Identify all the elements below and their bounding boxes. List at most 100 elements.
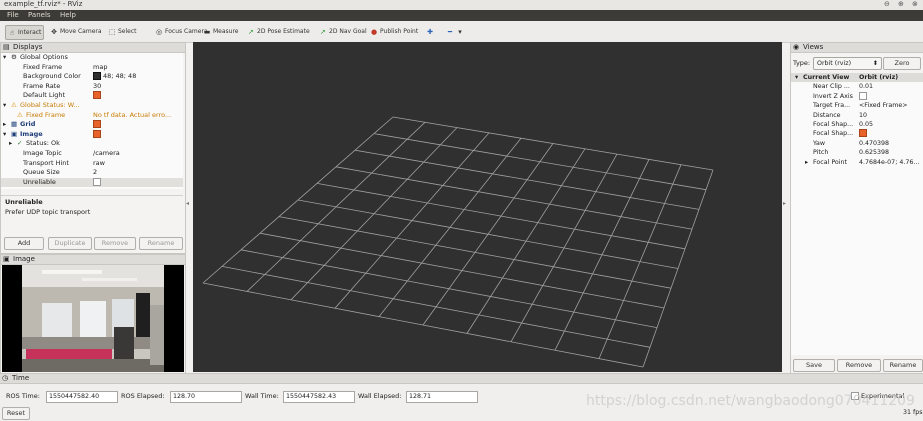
minimize-icon[interactable]: ⊖ <box>884 0 890 8</box>
checked-checkbox[interactable] <box>93 91 101 100</box>
display-row[interactable]: Unreliable <box>1 177 183 188</box>
view-property-row[interactable]: Focal Shap... 0.05 <box>791 120 923 129</box>
checked-checkbox[interactable] <box>93 120 101 129</box>
color-swatch[interactable] <box>93 72 101 81</box>
view-property-value[interactable]: 0.625398 <box>859 148 923 157</box>
ros-time-field[interactable]: 1550447582.40 <box>46 391 118 403</box>
display-row[interactable]: ▸ ✓ Status: Ok <box>1 139 183 149</box>
menu-panels[interactable]: Panels <box>28 11 51 19</box>
display-row[interactable]: Queue Size 2 <box>1 168 183 178</box>
view-property-row[interactable]: ▸ Focal Point 4.7684e-07; 4.76... <box>791 158 923 167</box>
view-property-value[interactable]: 0.470398 <box>859 139 923 148</box>
3d-render-view[interactable] <box>193 42 782 372</box>
reset-button[interactable]: Reset <box>2 407 30 420</box>
checked-checkbox[interactable] <box>93 129 101 138</box>
property-value[interactable]: map <box>93 63 181 73</box>
tool-2d-pose-estimate-button[interactable]: ➚ 2D Pose Estimate <box>245 25 312 38</box>
display-row[interactable]: Default Light <box>1 91 183 101</box>
remove-button[interactable]: Remove <box>94 237 136 250</box>
pose-estimate-icon: ➚ <box>248 27 254 36</box>
view-property-row[interactable]: ▾ Current View Orbit (rviz) <box>791 73 923 83</box>
view-property-value[interactable] <box>859 129 923 138</box>
menu-file[interactable]: File <box>7 11 19 19</box>
duplicate-button[interactable]: Duplicate <box>48 237 92 250</box>
watermark-text: https://blog.csdn.net/wangbaodong0704112… <box>586 393 915 409</box>
view-property-value[interactable]: <Fixed Frame> <box>859 101 923 110</box>
add-button[interactable]: Add <box>4 237 44 250</box>
remove-view-button[interactable]: Remove <box>837 359 881 372</box>
view-property-row[interactable]: Near Clip ... 0.01 <box>791 82 923 91</box>
display-row[interactable]: ▾ ⚙ Global Options <box>1 53 183 63</box>
unchecked-checkbox[interactable] <box>859 91 867 100</box>
wall-elapsed-field[interactable]: 128.71 <box>406 391 478 403</box>
property-value[interactable] <box>93 120 181 130</box>
maximize-icon[interactable]: ⊕ <box>898 0 904 8</box>
tool-publish-point-button[interactable]: ● Publish Point <box>368 25 420 38</box>
checked-checkbox[interactable] <box>859 129 867 138</box>
displays-tree[interactable]: ▾ ⚙ Global Options Fixed Frame map Background… <box>1 53 183 189</box>
property-value[interactable] <box>93 177 181 188</box>
property-value[interactable]: /camera <box>93 149 181 159</box>
collapse-arrow-icon[interactable]: ▾ <box>795 73 798 82</box>
display-row[interactable]: ⚠ Fixed Frame No tf data. Actual erro... <box>1 111 183 121</box>
remove-tool-icon[interactable]: ━ ▾ <box>444 25 466 38</box>
add-tool-icon[interactable]: ✚ <box>424 25 436 38</box>
view-property-value[interactable]: 0.05 <box>859 120 923 129</box>
view-property-row[interactable]: Pitch 0.625398 <box>791 148 923 157</box>
tool-2d-nav-goal-button[interactable]: ➚ 2D Nav Goal <box>317 25 369 38</box>
view-property-row[interactable]: Distance 10 <box>791 111 923 120</box>
display-row[interactable]: ▸ ▦ Grid <box>1 120 183 130</box>
collapse-arrow-icon[interactable]: ▾ <box>3 101 6 111</box>
tool-move-camera-button[interactable]: ✥ Move Camera <box>48 25 104 38</box>
view-property-value[interactable]: 4.7684e-07; 4.76... <box>859 158 923 167</box>
view-property-value[interactable]: 10 <box>859 111 923 120</box>
display-row[interactable]: Fixed Frame map <box>1 63 183 73</box>
close-icon[interactable]: ⊗ <box>912 0 918 8</box>
ros-elapsed-field[interactable]: 128.70 <box>170 391 242 403</box>
expand-arrow-icon[interactable]: ▸ <box>3 120 6 130</box>
save-view-button[interactable]: Save <box>793 359 835 372</box>
property-value[interactable] <box>93 129 181 140</box>
view-property-row[interactable]: Target Fra... <Fixed Frame> <box>791 101 923 110</box>
collapse-arrow-icon[interactable]: ▾ <box>3 130 6 140</box>
tool-interact-button[interactable]: ☝ Interact <box>5 25 45 40</box>
grid-display <box>202 116 714 368</box>
view-property-row[interactable]: Focal Shap... <box>791 129 923 138</box>
property-value[interactable] <box>93 91 181 101</box>
property-value[interactable]: 2 <box>93 168 181 178</box>
rename-button[interactable]: Rename <box>139 237 183 250</box>
display-row[interactable]: Transport Hint raw <box>1 159 183 169</box>
display-row[interactable]: Background Color 48; 48; 48 <box>1 72 183 82</box>
zero-button[interactable]: Zero <box>883 57 921 70</box>
collapse-arrow-icon[interactable]: ▾ <box>3 53 6 63</box>
tool-measure-button[interactable]: ▬ Measure <box>201 25 241 38</box>
display-row[interactable]: Image Topic/camera <box>1 149 183 159</box>
left-collapse-handle[interactable]: ◂ <box>186 200 189 207</box>
property-name: Fixed Frame <box>23 62 63 71</box>
unchecked-checkbox[interactable] <box>93 177 101 186</box>
display-row[interactable]: ▾ ⚠ Global Status: W... <box>1 101 183 111</box>
expand-arrow-icon[interactable]: ▸ <box>805 158 808 167</box>
rename-view-button[interactable]: Rename <box>883 359 923 372</box>
display-row[interactable]: ▾ ▣ Image <box>1 129 183 140</box>
wall-time-field[interactable]: 1550447582.43 <box>283 391 355 403</box>
property-value[interactable]: 30 <box>93 82 181 92</box>
view-property-row[interactable]: Invert Z Axis <box>791 91 923 101</box>
view-type-select[interactable]: Orbit (rviz) ⬍ <box>813 57 882 70</box>
expand-arrow-icon[interactable]: ▸ <box>9 139 12 149</box>
description-text: Prefer UDP topic transport <box>5 208 91 216</box>
view-property-value[interactable] <box>859 91 923 101</box>
property-value[interactable]: raw <box>93 159 181 169</box>
menu-help[interactable]: Help <box>60 11 76 19</box>
views-tree[interactable]: ▾ Current View Orbit (rviz) Near Clip ... 0.… <box>791 73 923 355</box>
view-property-value[interactable]: 0.01 <box>859 82 923 91</box>
camera-image-viewport[interactable] <box>2 265 184 372</box>
display-row[interactable]: Frame Rate 30 <box>1 82 183 92</box>
right-collapse-handle[interactable]: ▸ <box>783 200 786 207</box>
property-value[interactable]: No tf data. Actual erro... <box>93 111 181 121</box>
grid-line <box>554 159 650 351</box>
property-value[interactable]: 48; 48; 48 <box>93 72 181 82</box>
tool-select-button[interactable]: ⬚ Select <box>106 25 139 38</box>
view-property-value[interactable]: Orbit (rviz) <box>859 73 923 82</box>
view-property-row[interactable]: Yaw 0.470398 <box>791 139 923 148</box>
